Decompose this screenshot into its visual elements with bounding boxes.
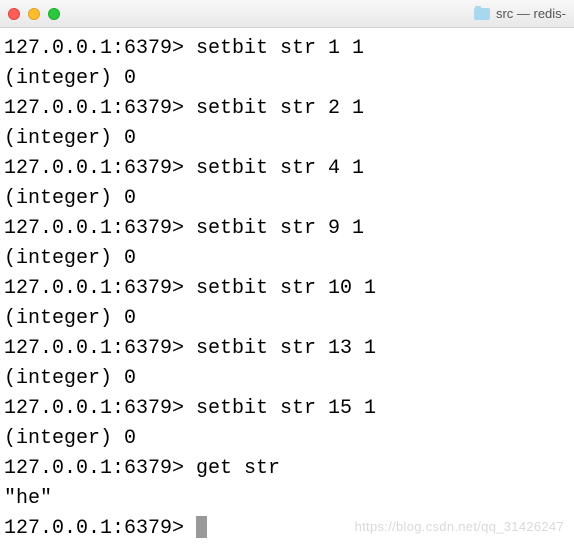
terminal-prompt: 127.0.0.1:6379>: [4, 277, 184, 300]
terminal-output-line: (integer) 0: [4, 64, 570, 94]
terminal-command: setbit str 4 1: [184, 157, 364, 180]
terminal-output-line: (integer) 0: [4, 304, 570, 334]
terminal-prompt: 127.0.0.1:6379>: [4, 457, 184, 480]
terminal-output[interactable]: 127.0.0.1:6379> setbit str 1 1(integer) …: [0, 28, 574, 550]
terminal-prompt: 127.0.0.1:6379>: [4, 37, 184, 60]
terminal-command: setbit str 9 1: [184, 217, 364, 240]
terminal-prompt-line: 127.0.0.1:6379> setbit str 1 1: [4, 34, 570, 64]
terminal-command: setbit str 10 1: [184, 277, 376, 300]
terminal-prompt-line: 127.0.0.1:6379> setbit str 2 1: [4, 94, 570, 124]
terminal-prompt: 127.0.0.1:6379>: [4, 157, 184, 180]
terminal-command: setbit str 13 1: [184, 337, 376, 360]
terminal-output-line: "he": [4, 484, 570, 514]
terminal-command: setbit str 2 1: [184, 97, 364, 120]
terminal-output-line: (integer) 0: [4, 124, 570, 154]
terminal-command: setbit str 15 1: [184, 397, 376, 420]
terminal-prompt: 127.0.0.1:6379>: [4, 397, 184, 420]
window-title: src — redis-: [496, 6, 566, 21]
terminal-command: setbit str 1 1: [184, 37, 364, 60]
terminal-prompt: 127.0.0.1:6379>: [4, 337, 184, 360]
terminal-prompt: 127.0.0.1:6379>: [4, 217, 184, 240]
window-titlebar: src — redis-: [0, 0, 574, 28]
folder-icon: [474, 8, 490, 20]
zoom-button[interactable]: [48, 8, 60, 20]
traffic-lights: [8, 8, 60, 20]
terminal-prompt-line: 127.0.0.1:6379> setbit str 15 1: [4, 394, 570, 424]
terminal-command: get str: [184, 457, 280, 480]
window-title-area: src — redis-: [474, 6, 566, 21]
terminal-output-line: (integer) 0: [4, 244, 570, 274]
terminal-prompt: 127.0.0.1:6379>: [4, 517, 184, 540]
terminal-command: [184, 517, 196, 540]
terminal-prompt-line: 127.0.0.1:6379> setbit str 13 1: [4, 334, 570, 364]
terminal-prompt-line: 127.0.0.1:6379> setbit str 10 1: [4, 274, 570, 304]
terminal-prompt-line: 127.0.0.1:6379> get str: [4, 454, 570, 484]
terminal-output-line: (integer) 0: [4, 364, 570, 394]
minimize-button[interactable]: [28, 8, 40, 20]
close-button[interactable]: [8, 8, 20, 20]
terminal-output-line: (integer) 0: [4, 184, 570, 214]
terminal-output-line: (integer) 0: [4, 424, 570, 454]
terminal-prompt-line: 127.0.0.1:6379> setbit str 9 1: [4, 214, 570, 244]
terminal-prompt: 127.0.0.1:6379>: [4, 97, 184, 120]
terminal-prompt-line: 127.0.0.1:6379> setbit str 4 1: [4, 154, 570, 184]
watermark-text: https://blog.csdn.net/qq_31426247: [355, 519, 564, 534]
terminal-cursor: [196, 516, 207, 538]
